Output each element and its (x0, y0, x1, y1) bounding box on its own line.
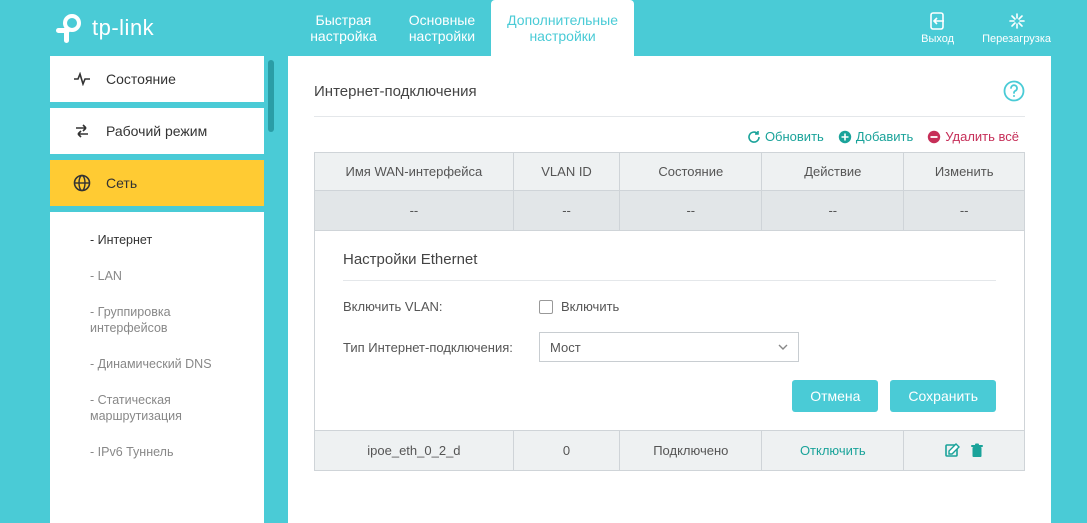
tab-label: Основные настройки (409, 12, 475, 44)
chevron-down-icon (778, 344, 788, 350)
col-wan-name: Имя WAN-интерфейса (315, 153, 514, 191)
col-action: Действие (762, 153, 904, 191)
cell-wan-name: ipoe_eth_0_2_d (315, 431, 514, 471)
top-right-actions: Выход Перезагрузка (921, 12, 1051, 45)
logo-icon (50, 11, 84, 45)
row-actions (904, 443, 1024, 459)
vlan-checkbox[interactable] (539, 300, 553, 314)
tab-basic[interactable]: Основные настройки (393, 0, 491, 56)
sidebar: Состояние Рабочий режим Сеть - Интернет … (50, 56, 264, 523)
reboot-button[interactable]: Перезагрузка (982, 12, 1051, 45)
refresh-button[interactable]: Обновить (747, 129, 824, 144)
cell-placeholder: -- (762, 191, 904, 231)
sidebar-scrollbar[interactable] (264, 56, 278, 523)
col-vlan-id: VLAN ID (513, 153, 620, 191)
edit-icon[interactable] (944, 443, 960, 459)
sidebar-item-mode[interactable]: Рабочий режим (50, 108, 264, 154)
sidebar-item-label: Рабочий режим (106, 123, 207, 139)
minus-circle-icon (927, 130, 941, 144)
help-icon[interactable] (1003, 80, 1025, 102)
wan-table-data: ipoe_eth_0_2_d 0 Подключено Отключить (314, 430, 1025, 471)
sub-item-if-grouping[interactable]: - Группировка интерфейсов (50, 294, 264, 346)
globe-icon (72, 174, 92, 192)
sub-item-static-route[interactable]: - Статическая маршрутизация (50, 382, 264, 434)
tab-label: Быстрая настройка (310, 12, 377, 44)
cell-placeholder: -- (513, 191, 620, 231)
tab-quick-setup[interactable]: Быстрая настройка (294, 0, 393, 56)
logout-icon (928, 12, 948, 30)
delete-all-label: Удалить всё (945, 129, 1019, 144)
brand-text: tp-link (92, 15, 154, 41)
cell-state: Подключено (620, 431, 762, 471)
sidebar-item-label: Состояние (106, 71, 176, 87)
top-tabs: Быстрая настройка Основные настройки Доп… (294, 0, 634, 56)
refresh-icon (747, 130, 761, 144)
logout-button[interactable]: Выход (921, 12, 954, 45)
add-button[interactable]: Добавить (838, 129, 913, 144)
table-header-row: Имя WAN-интерфейса VLAN ID Состояние Дей… (315, 153, 1025, 191)
connection-type-row: Тип Интернет-подключения: Мост (343, 332, 996, 362)
save-button[interactable]: Сохранить (890, 380, 996, 412)
trash-icon[interactable] (970, 443, 984, 459)
sidebar-item-network[interactable]: Сеть (50, 160, 264, 206)
sidebar-item-label: Сеть (106, 175, 137, 191)
sidebar-item-status[interactable]: Состояние (50, 56, 264, 102)
refresh-label: Обновить (765, 129, 824, 144)
disconnect-link[interactable]: Отключить (800, 443, 866, 458)
topbar: tp-link Быстрая настройка Основные настр… (0, 0, 1087, 56)
col-state: Состояние (620, 153, 762, 191)
table-row: ipoe_eth_0_2_d 0 Подключено Отключить (315, 431, 1025, 471)
cancel-button[interactable]: Отмена (792, 380, 878, 412)
sub-item-lan[interactable]: - LAN (50, 258, 264, 294)
vlan-row: Включить VLAN: Включить (343, 299, 996, 314)
content: Интернет-подключения Обновить Добавить У… (278, 56, 1087, 523)
col-modify: Изменить (904, 153, 1025, 191)
select-value: Мост (550, 340, 581, 355)
reboot-icon (1007, 12, 1027, 30)
panel-header: Интернет-подключения (314, 80, 1025, 117)
vlan-checkbox-label: Включить (561, 299, 619, 314)
plus-circle-icon (838, 130, 852, 144)
workspace: Состояние Рабочий режим Сеть - Интернет … (0, 56, 1087, 523)
tab-advanced[interactable]: Дополнительные настройки (491, 0, 634, 56)
connection-type-select[interactable]: Мост (539, 332, 799, 362)
logout-label: Выход (921, 33, 954, 45)
wan-table: Имя WAN-интерфейса VLAN ID Состояние Дей… (314, 152, 1025, 231)
cell-placeholder: -- (904, 191, 1025, 231)
sidebar-submenu: - Интернет - LAN - Группировка интерфейс… (50, 212, 264, 523)
reboot-label: Перезагрузка (982, 33, 1051, 45)
ethernet-title: Настройки Ethernet (343, 251, 996, 281)
cell-vlan-id: 0 (513, 431, 620, 471)
table-placeholder-row: -- -- -- -- -- (315, 191, 1025, 231)
sub-item-internet[interactable]: - Интернет (50, 222, 264, 258)
sub-item-ipv6-tunnel[interactable]: - IPv6 Туннель (50, 434, 264, 470)
add-label: Добавить (856, 129, 913, 144)
connection-type-label: Тип Интернет-подключения: (343, 340, 539, 355)
panel-title: Интернет-подключения (314, 83, 477, 100)
brand-logo: tp-link (50, 11, 154, 45)
tab-label: Дополнительные настройки (507, 12, 618, 44)
vlan-label: Включить VLAN: (343, 299, 539, 314)
cell-placeholder: -- (315, 191, 514, 231)
cell-placeholder: -- (620, 191, 762, 231)
table-actions: Обновить Добавить Удалить всё (314, 127, 1025, 152)
mode-icon (72, 123, 92, 139)
ethernet-settings: Настройки Ethernet Включить VLAN: Включи… (314, 231, 1025, 431)
panel: Интернет-подключения Обновить Добавить У… (288, 56, 1051, 523)
status-icon (72, 72, 92, 86)
delete-all-button[interactable]: Удалить всё (927, 129, 1019, 144)
scroll-thumb[interactable] (268, 60, 274, 132)
sub-item-ddns[interactable]: - Динамический DNS (50, 346, 264, 382)
form-buttons: Отмена Сохранить (343, 380, 996, 412)
